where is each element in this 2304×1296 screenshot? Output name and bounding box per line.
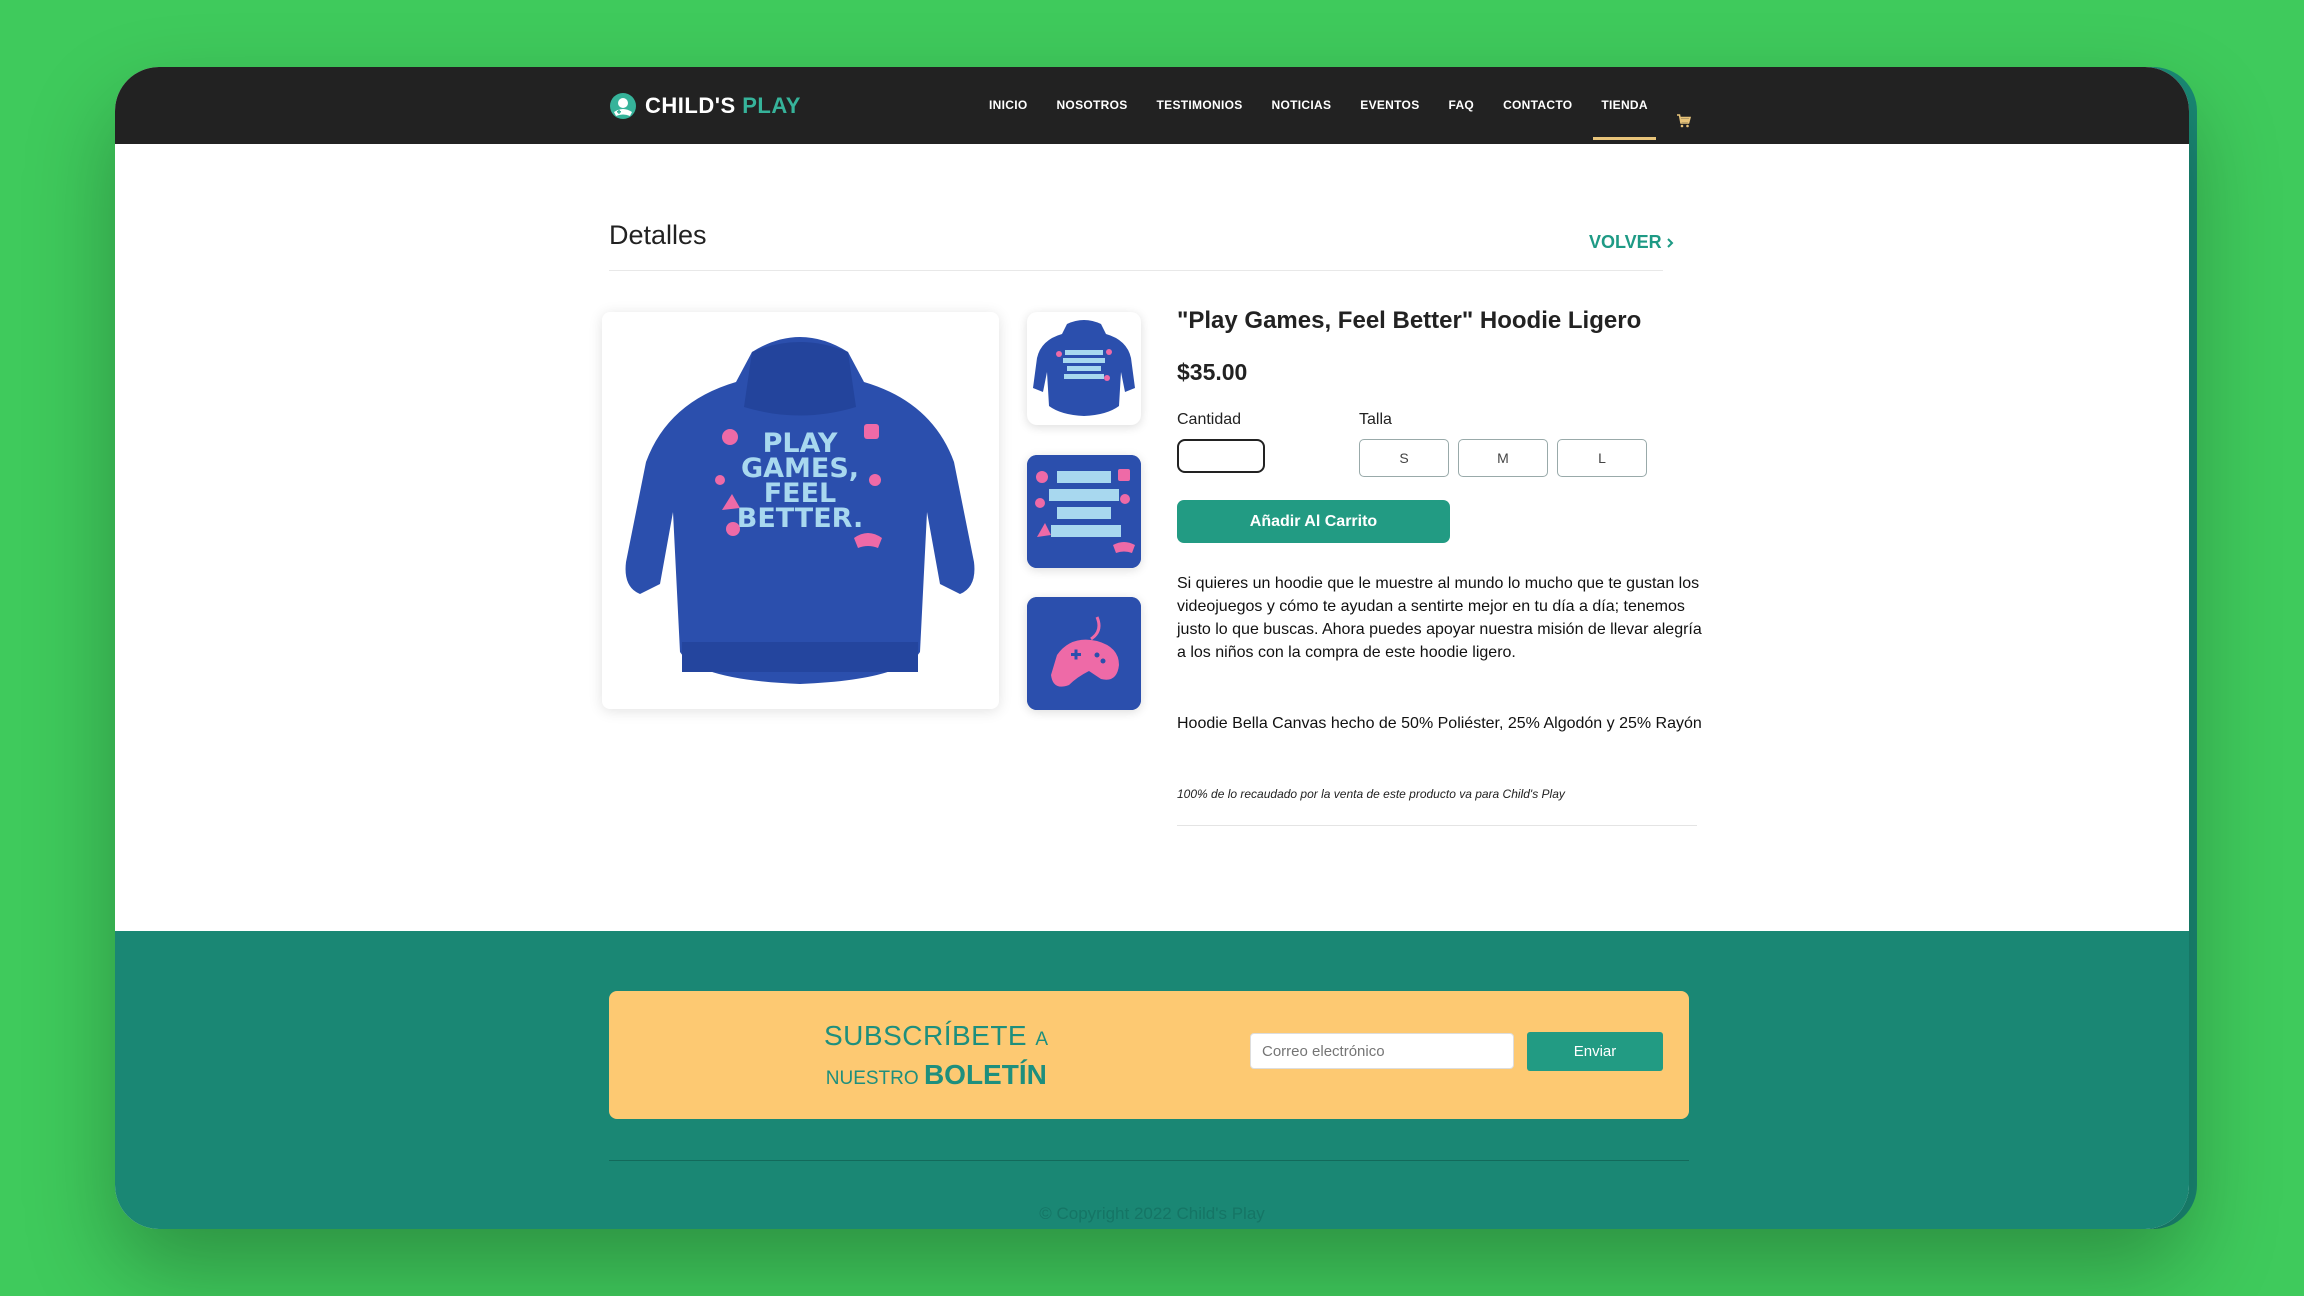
back-link-label: VOLVER [1589,232,1662,252]
product-main-image[interactable]: PLAY GAMES, FEEL BETTER. [602,312,999,709]
newsletter-box: SUBSCRÍBETE A NUESTRO BOLETÍN Enviar [609,991,1689,1119]
hoodie-thumbnail-image [1033,320,1135,416]
cart-icon[interactable] [1676,114,1691,128]
size-option-s[interactable]: S [1359,439,1449,477]
newsletter-heading: SUBSCRÍBETE A NUESTRO BOLETÍN [824,1019,1049,1097]
browser-window: CHILD'S PLAY INICIO NOSOTROS TESTIMONIOS… [115,67,2189,1229]
logo[interactable]: CHILD'S PLAY [609,91,801,121]
donation-note: 100% de lo recaudado por la venta de est… [1177,787,1565,801]
top-navbar: CHILD'S PLAY INICIO NOSOTROS TESTIMONIOS… [115,67,2189,144]
gamepad-logo-icon [610,93,636,119]
nav-item-inicio[interactable]: INICIO [989,67,1027,144]
quantity-input[interactable] [1177,439,1265,473]
nav-item-testimonios[interactable]: TESTIMONIOS [1157,67,1243,144]
product-thumbnail[interactable] [1027,312,1141,425]
add-to-cart-button[interactable]: Añadir Al Carrito [1177,500,1450,543]
size-option-m[interactable]: M [1458,439,1548,477]
hoodie-print-closeup-image [1027,455,1141,568]
nav-item-nosotros[interactable]: NOSOTROS [1056,67,1127,144]
footer-divider [609,1160,1689,1161]
product-thumbnail[interactable] [1027,455,1141,568]
send-button[interactable]: Enviar [1527,1032,1663,1071]
divider [609,270,1663,271]
subscribe-nuestro: NUESTRO [825,1068,919,1089]
product-name: "Play Games, Feel Better" Hoodie Ligero [1177,307,1642,334]
divider [1177,825,1697,826]
svg-text:BETTER.: BETTER. [737,503,863,534]
email-input[interactable] [1250,1033,1514,1069]
nav-item-faq[interactable]: FAQ [1449,67,1475,144]
back-link[interactable]: VOLVER [1589,232,1674,253]
page-title: Detalles [609,220,707,250]
nav-item-eventos[interactable]: EVENTOS [1360,67,1419,144]
copyright-text: © Copyright 2022 Child's Play [1039,1204,1265,1223]
quantity-label: Cantidad [1177,411,1242,428]
gamepad-print-image [1027,597,1141,710]
logo-text: CHILD'S PLAY [645,93,801,118]
nav-item-noticias[interactable]: NOTICIAS [1272,67,1332,144]
product-description: Si quieres un hoodie que le muestre al m… [1177,575,1702,661]
chevron-right-icon [1666,237,1674,248]
product-thumbnail[interactable] [1027,597,1141,710]
main-menu: INICIO NOSOTROS TESTIMONIOS NOTICIAS EVE… [989,67,1691,144]
subscribe-word: SUBSCRÍBETE [824,1020,1028,1051]
nav-item-contacto[interactable]: CONTACTO [1503,67,1572,144]
hoodie-back-image: PLAY GAMES, FEEL BETTER. [625,337,975,684]
product-material: Hoodie Bella Canvas hecho de 50% Poliést… [1177,715,1702,732]
product-price: $35.00 [1177,359,1248,385]
nav-item-tienda[interactable]: TIENDA [1593,67,1657,144]
size-option-l[interactable]: L [1557,439,1647,477]
footer: SUBSCRÍBETE A NUESTRO BOLETÍN Enviar © C… [115,931,2189,1229]
subscribe-a: A [1035,1029,1049,1050]
size-label: Talla [1359,411,1392,428]
subscribe-boletin: BOLETÍN [923,1059,1047,1090]
